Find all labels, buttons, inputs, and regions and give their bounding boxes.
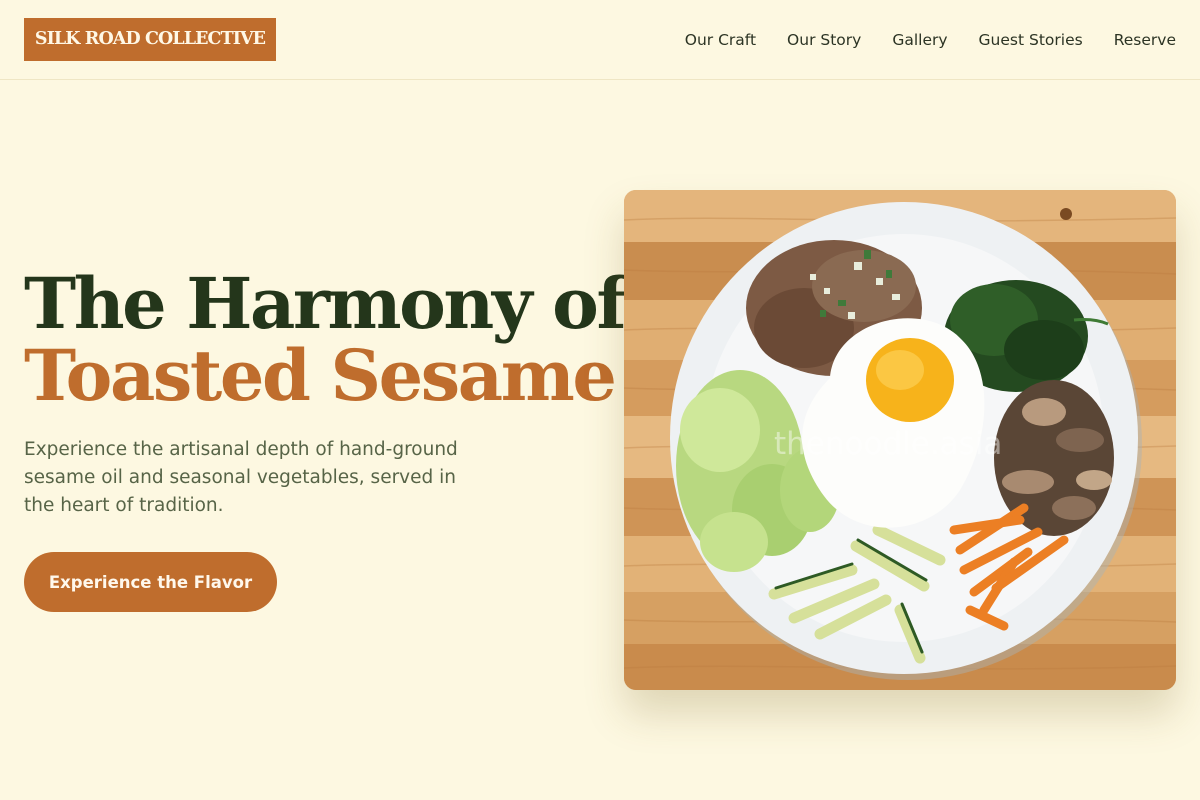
site-header: SILK ROAD COLLECTIVE Our Craft Our Story… xyxy=(0,0,1200,80)
hero-title-line-2: Toasted Sesame xyxy=(24,334,617,417)
main-nav: Our Craft Our Story Gallery Guest Storie… xyxy=(654,30,1176,50)
bibimbap-photo: thenoodle.asia xyxy=(624,190,1176,690)
hero-title: The Harmony of Toasted Sesame xyxy=(24,262,627,417)
brand-logo[interactable]: SILK ROAD COLLECTIVE xyxy=(24,18,276,61)
nav-link-reserve[interactable]: Reserve xyxy=(1114,30,1176,50)
nav-link-guest-stories[interactable]: Guest Stories xyxy=(979,30,1083,50)
nav-link-our-story[interactable]: Our Story xyxy=(787,30,861,50)
hero-description: Experience the artisanal depth of hand-g… xyxy=(24,439,458,516)
experience-flavor-button[interactable]: Experience the Flavor xyxy=(24,552,277,612)
hero-title-line-1: The Harmony of xyxy=(24,262,627,345)
bibimbap-illustration xyxy=(624,190,1176,690)
nav-link-gallery[interactable]: Gallery xyxy=(892,30,947,50)
nav-link-our-craft[interactable]: Our Craft xyxy=(685,30,756,50)
